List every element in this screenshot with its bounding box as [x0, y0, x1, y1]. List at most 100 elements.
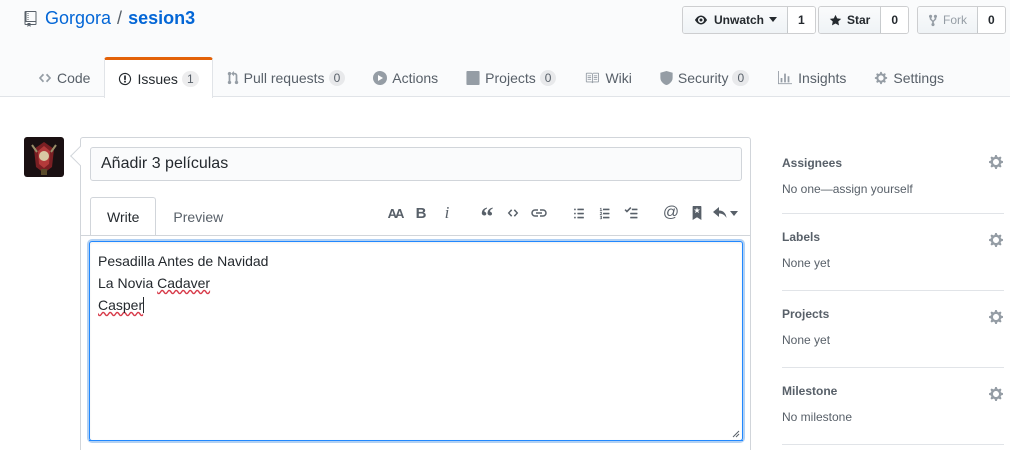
unwatch-button[interactable]: Unwatch — [683, 7, 789, 33]
book-icon — [586, 72, 600, 83]
star-label: Star — [847, 13, 871, 27]
stargazers-count[interactable]: 0 — [881, 7, 909, 33]
link-icon[interactable] — [526, 202, 552, 224]
forks-count[interactable]: 0 — [978, 7, 1005, 33]
bold-icon[interactable]: B — [408, 202, 434, 224]
labels-heading: Labels — [782, 230, 821, 244]
italic-icon[interactable]: i — [434, 202, 460, 224]
mention-icon[interactable]: @ — [658, 202, 684, 224]
labels-gear-icon[interactable] — [988, 232, 1004, 248]
gear-icon — [875, 71, 888, 84]
tab-write[interactable]: Write — [90, 197, 157, 236]
milestone-gear-icon[interactable] — [988, 386, 1004, 402]
tab-pull-requests[interactable]: Pull requests 0 — [213, 57, 360, 97]
projects-value: None yet — [782, 333, 831, 347]
projects-gear-icon[interactable] — [988, 309, 1004, 325]
body-line-2: La Novia Cadaver — [98, 272, 734, 294]
star-button-group: Star 0 — [818, 6, 910, 34]
pull-request-icon — [227, 70, 238, 84]
tab-security[interactable]: Security 0 — [646, 57, 763, 97]
sidebar-milestone: Milestone No milestone — [782, 368, 1004, 445]
quote-icon[interactable]: “ — [474, 202, 500, 230]
repo-header: Gorgora / sesion3 Unwatch 1 Star 0 Fork — [0, 0, 1010, 98]
repo-nav-tabs: Code Issues 1 Pull requests 0 Actions Pr… — [24, 57, 958, 98]
milestone-value: No milestone — [782, 410, 853, 424]
body-line-3: Casper — [98, 294, 734, 316]
watchers-count[interactable]: 1 — [788, 7, 815, 33]
body-line-2-text: La Novia — [98, 275, 158, 291]
reply-dropdown-icon[interactable] — [710, 202, 740, 224]
sidebar-projects: Projects None yet — [782, 291, 1004, 368]
file-drop-zone[interactable] — [89, 440, 743, 441]
mention-glyph: @ — [662, 204, 680, 221]
fork-label: Fork — [943, 13, 967, 27]
ordered-list-icon[interactable] — [592, 202, 618, 224]
tab-actions-label: Actions — [392, 69, 439, 86]
new-issue-form: Write Preview AA B i “ @ — [70, 137, 751, 450]
resize-handle-icon[interactable] — [730, 428, 740, 438]
editor-tabs-divider — [81, 235, 750, 236]
issue-title-input[interactable] — [90, 147, 742, 181]
tab-preview[interactable]: Preview — [156, 197, 240, 235]
numbered-list-icon — [599, 207, 610, 219]
repo-title: Gorgora / sesion3 — [24, 8, 195, 29]
repo-separator: / — [117, 8, 123, 28]
assignees-heading: Assignees — [782, 156, 843, 170]
play-icon — [373, 70, 388, 85]
tab-settings[interactable]: Settings — [860, 57, 958, 97]
assignees-value[interactable]: No one—assign yourself — [782, 182, 1004, 196]
code-icon[interactable] — [500, 202, 526, 224]
tab-code[interactable]: Code — [24, 57, 104, 97]
tab-code-label: Code — [57, 69, 91, 86]
star-button[interactable]: Star — [819, 7, 882, 33]
tab-wiki-label: Wiki — [605, 69, 632, 86]
tab-actions[interactable]: Actions — [359, 57, 452, 97]
tab-issues[interactable]: Issues 1 — [104, 57, 213, 98]
repo-owner-link[interactable]: Gorgora — [45, 8, 111, 29]
issue-body-textarea[interactable]: Pesadilla Antes de Navidad La Novia Cada… — [89, 241, 743, 441]
caret-down-icon — [769, 17, 778, 22]
tab-insights-label: Insights — [798, 69, 847, 86]
fork-button[interactable]: Fork — [918, 7, 978, 33]
unwatch-label: Unwatch — [714, 13, 765, 27]
unordered-list-icon[interactable] — [566, 202, 592, 224]
body-line-3-misspelled: Casper — [98, 297, 144, 313]
tab-settings-label: Settings — [893, 69, 944, 86]
sidebar-assignees: Assignees No one—assign yourself — [782, 137, 1004, 214]
tab-wiki[interactable]: Wiki — [570, 57, 645, 97]
watch-button-group: Unwatch 1 — [682, 6, 816, 34]
markdown-toolbar: AA B i “ @ — [382, 202, 740, 230]
body-line-1: Pesadilla Antes de Navidad — [98, 253, 269, 269]
issue-icon — [119, 72, 132, 86]
tab-issues-label: Issues — [137, 71, 178, 87]
code-brackets-icon — [507, 209, 519, 217]
tab-projects[interactable]: Projects 0 — [452, 57, 570, 97]
sidebar-labels: Labels None yet — [782, 214, 1004, 291]
text-size-icon[interactable]: AA — [382, 202, 408, 224]
projects-heading: Projects — [782, 307, 830, 321]
issues-counter: 1 — [181, 71, 199, 87]
editor-tabs: Write Preview — [90, 197, 240, 236]
chain-icon — [531, 209, 547, 217]
milestone-heading: Milestone — [782, 384, 838, 398]
bookmark-icon — [692, 206, 702, 220]
italic-glyph: i — [444, 203, 450, 222]
security-counter: 0 — [732, 69, 750, 86]
pull-requests-counter: 0 — [328, 69, 346, 86]
quote-glyph: “ — [480, 202, 494, 231]
assignees-gear-icon[interactable] — [988, 154, 1004, 170]
bold-glyph: B — [415, 204, 427, 222]
star-icon — [829, 14, 842, 25]
shield-icon — [660, 70, 673, 85]
project-icon — [466, 70, 480, 85]
avatar[interactable] — [24, 137, 64, 177]
fork-icon — [928, 14, 938, 26]
repo-name-link[interactable]: sesion3 — [128, 8, 195, 29]
tab-insights[interactable]: Insights — [763, 57, 860, 97]
issue-sidebar: Assignees No one—assign yourself Labels … — [782, 137, 1004, 445]
saved-reply-icon[interactable] — [684, 202, 710, 224]
task-list-icon[interactable] — [618, 202, 644, 224]
labels-value: None yet — [782, 256, 831, 270]
reply-icon — [712, 207, 726, 218]
fork-button-group: Fork 0 — [917, 6, 1006, 34]
